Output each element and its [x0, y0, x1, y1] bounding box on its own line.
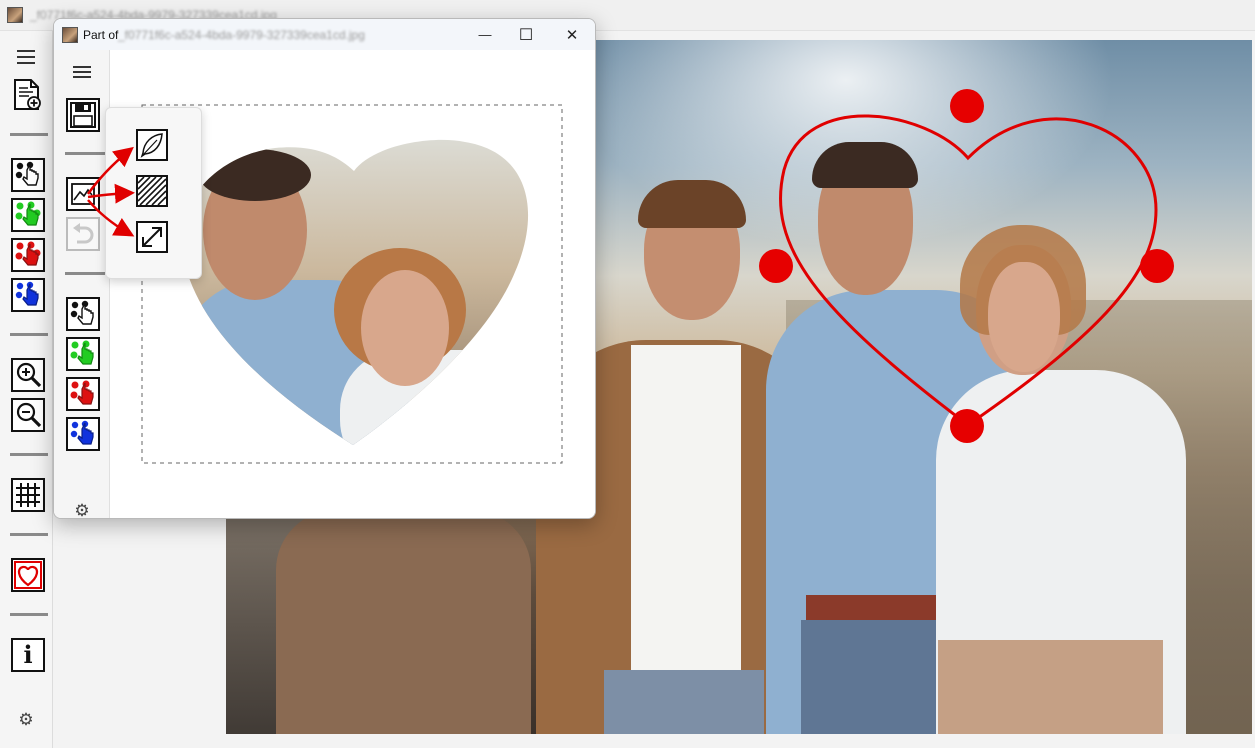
heart-selection-outline[interactable] — [779, 114, 1158, 427]
main-toolbar: i ⚙ — [0, 31, 53, 748]
sub-window-title-prefix: Part of — [83, 28, 119, 42]
hatch-fill-icon — [137, 176, 167, 206]
resize-arrows-icon — [142, 227, 162, 247]
sub-gear-icon[interactable]: ⚙ — [73, 502, 91, 519]
black-points-button[interactable] — [11, 158, 45, 192]
heart-crop-button[interactable] — [11, 558, 45, 592]
undo-button[interactable] — [66, 217, 100, 251]
floppy-save-icon — [70, 102, 96, 128]
app-icon — [7, 7, 23, 23]
new-document-icon — [14, 79, 41, 110]
minimize-button[interactable]: — — [462, 19, 508, 50]
red-points-button[interactable] — [11, 238, 45, 272]
toolbar-separator — [10, 333, 48, 336]
sub-black-points-button[interactable] — [66, 297, 100, 331]
heart-handle-bottom[interactable] — [950, 409, 984, 443]
heart-handle-left[interactable] — [759, 249, 793, 283]
info-icon: i — [23, 640, 33, 669]
sub-red-points-button[interactable] — [66, 377, 100, 411]
green-points-hand-icon — [15, 201, 41, 226]
grid-button[interactable] — [11, 478, 45, 512]
toolbar-separator — [10, 453, 48, 456]
zoom-in-icon — [16, 362, 42, 388]
cropped-photo — [181, 139, 529, 446]
red-points-hand-icon — [70, 380, 94, 405]
undo-icon — [73, 223, 94, 244]
blue-points-hand-icon — [70, 420, 94, 445]
sub-window-title-file: _f0771f6c-a524-4bda-9979-327339cea1cd.jp… — [118, 28, 365, 42]
sub-hamburger-menu-icon[interactable] — [73, 66, 91, 80]
zoom-out-button[interactable] — [11, 398, 45, 432]
save-button[interactable] — [66, 98, 100, 132]
resize-button[interactable] — [136, 221, 168, 253]
green-points-button[interactable] — [11, 198, 45, 232]
sub-toolbar-separator — [65, 152, 105, 155]
info-button[interactable]: i — [11, 638, 45, 672]
blue-points-hand-icon — [15, 281, 39, 306]
image-effects-button[interactable] — [66, 177, 100, 211]
toolbar-separator — [10, 133, 48, 136]
green-points-hand-icon — [70, 340, 94, 365]
image-effects-icon — [71, 183, 95, 205]
zoom-in-button[interactable] — [11, 358, 45, 392]
maximize-button[interactable]: ☐ — [503, 19, 549, 50]
red-points-hand-icon — [15, 241, 41, 266]
sub-blue-points-button[interactable] — [66, 417, 100, 451]
sub-app-icon — [62, 27, 78, 43]
hatch-fill-button[interactable] — [136, 175, 168, 207]
feather-edge-button[interactable] — [136, 129, 168, 161]
grid-icon — [16, 483, 40, 507]
heart-handle-right[interactable] — [1140, 249, 1174, 283]
blue-points-button[interactable] — [11, 278, 45, 312]
heart-crop-icon — [14, 561, 42, 589]
black-points-hand-icon — [70, 300, 94, 325]
image-effects-flyout — [105, 107, 202, 279]
toolbar-separator — [10, 533, 48, 536]
zoom-out-icon — [16, 402, 42, 428]
new-document-button[interactable] — [10, 78, 44, 112]
feather-icon — [140, 133, 163, 158]
close-button[interactable]: ✕ — [549, 19, 595, 50]
heart-handle-top[interactable] — [950, 89, 984, 123]
sub-toolbar-separator — [65, 272, 105, 275]
sub-green-points-button[interactable] — [66, 337, 100, 371]
sub-window-toolbar: ⚙ — [54, 50, 110, 518]
sub-window-titlebar: Part of _f0771f6c-a524-4bda-9979-327339c… — [54, 19, 595, 50]
hamburger-menu-icon[interactable] — [17, 50, 35, 64]
toolbar-separator — [10, 613, 48, 616]
black-points-hand-icon — [15, 161, 39, 186]
gear-icon[interactable]: ⚙ — [17, 711, 35, 729]
